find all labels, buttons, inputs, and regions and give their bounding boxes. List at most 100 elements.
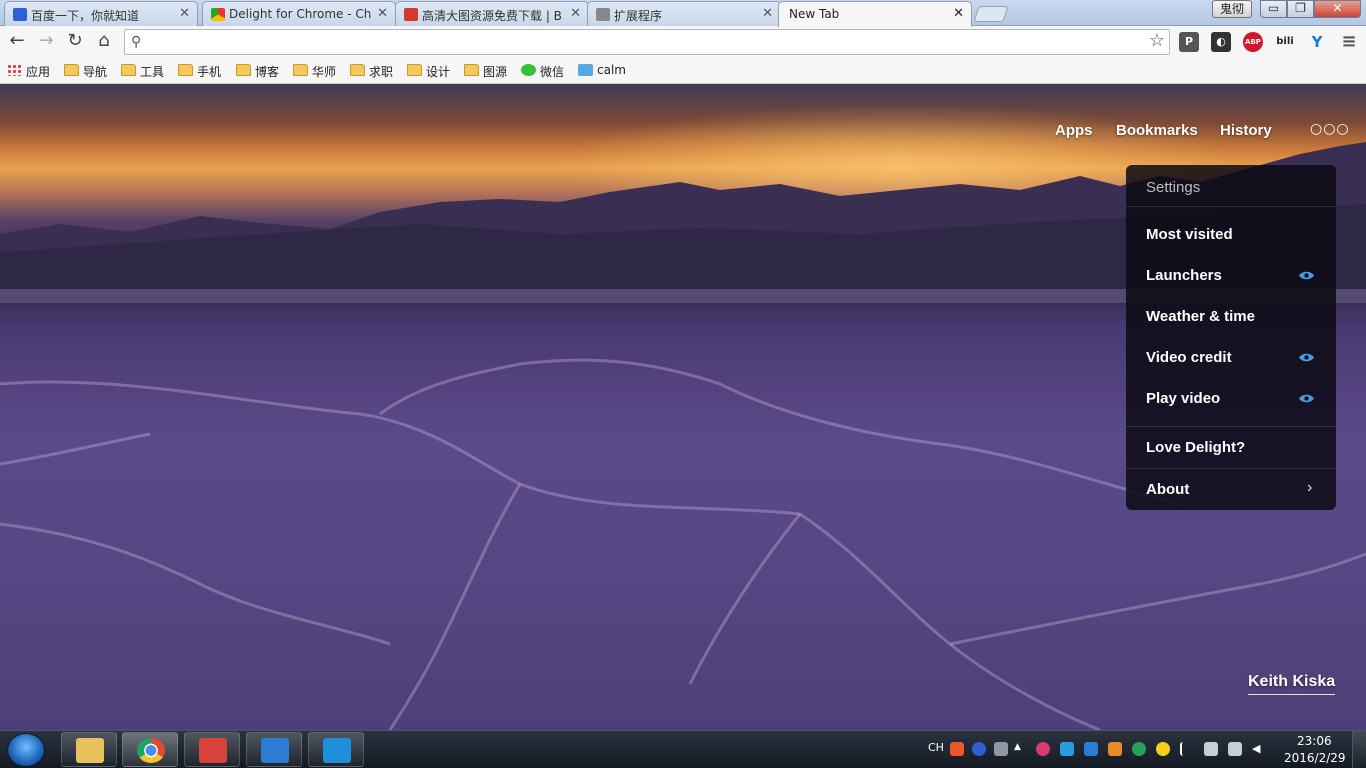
eye-icon[interactable] [1298, 352, 1315, 363]
tray-app-icon[interactable] [1060, 742, 1074, 756]
show-desktop-button[interactable] [1352, 731, 1366, 768]
bookmark-label: 设计 [426, 65, 451, 79]
show-hidden-icons[interactable]: ▲ [1014, 742, 1028, 756]
profile-button[interactable]: 鬼彻 [1212, 0, 1252, 18]
bookmark-apps[interactable]: 应用 [7, 63, 50, 81]
tray-app-icon[interactable] [1132, 742, 1146, 756]
history-link[interactable]: History [1220, 122, 1272, 139]
reload-button[interactable]: ↻ [63, 30, 87, 54]
mask-icon[interactable]: ◐ [1211, 32, 1231, 52]
eye-icon[interactable] [1298, 393, 1315, 404]
clock-date[interactable]: 2016/2/29 [1284, 751, 1346, 765]
address-input[interactable] [153, 33, 1133, 51]
tray-app-icon[interactable] [1156, 742, 1170, 756]
eye-icon[interactable] [1298, 270, 1315, 281]
ime-indicator[interactable]: CH [928, 741, 944, 754]
help-icon[interactable] [972, 742, 986, 756]
tab-baidu[interactable]: 百度一下，你就知道 ✕ [4, 1, 198, 26]
chrome-menu-button[interactable]: ≡ [1339, 32, 1359, 52]
bookmark-calm[interactable]: calm [578, 63, 626, 81]
tab-close-icon[interactable]: ✕ [377, 6, 388, 21]
tab-close-icon[interactable]: ✕ [762, 6, 773, 21]
apps-link[interactable]: Apps [1055, 122, 1093, 139]
tab-image-resources[interactable]: 高清大图资源免费下载 | B ✕ [395, 1, 589, 26]
file-explorer-app[interactable] [61, 732, 117, 767]
shield-y-icon[interactable]: Y [1307, 32, 1327, 52]
clock-time[interactable]: 23:06 [1297, 734, 1332, 748]
photo-credit-link[interactable]: Keith Kiska [1248, 673, 1336, 695]
keyboard-icon[interactable] [994, 742, 1008, 756]
word-tray-icon[interactable] [1084, 742, 1098, 756]
settings-menu: Settings Most visited Launchers Weather … [1126, 165, 1336, 510]
bookmarks-bar: 应用 导航 工具 手机 博客 华师 求职 设计 图源 微信 calm [0, 58, 1366, 84]
tab-title: New Tab [789, 7, 840, 21]
bookmark-wechat[interactable]: 微信 [521, 63, 564, 81]
back-arrow-icon: ← [9, 30, 25, 51]
bookmark-folder-images[interactable]: 图源 [464, 63, 507, 81]
window-close-button[interactable]: ✕ [1314, 0, 1361, 18]
bookmark-folder-nav[interactable]: 导航 [64, 63, 107, 81]
bilibili-icon[interactable]: bili [1275, 32, 1295, 52]
bookmark-folder-phone[interactable]: 手机 [178, 63, 221, 81]
chrome-app[interactable] [122, 732, 178, 767]
maximize-icon: ❐ [1295, 1, 1306, 15]
menu-item-about[interactable]: About [1146, 481, 1189, 498]
bookmark-folder-design[interactable]: 设计 [407, 63, 450, 81]
home-icon: ⌂ [98, 30, 110, 51]
tab-extensions[interactable]: 扩展程序 ✕ [587, 1, 781, 26]
folder-icon [407, 64, 422, 76]
more-options-button[interactable]: ○○○ [1310, 121, 1350, 137]
tab-close-icon[interactable]: ✕ [570, 6, 581, 21]
baidu-paw-icon [13, 8, 27, 21]
adblock-plus-icon[interactable]: ABP [1243, 32, 1263, 52]
sogou-app[interactable] [308, 732, 364, 767]
bookmark-folder-tools[interactable]: 工具 [121, 63, 164, 81]
tab-close-icon[interactable]: ✕ [179, 6, 190, 21]
wunderlist-icon [199, 738, 227, 763]
more-dots-icon: ○○○ [1310, 121, 1350, 137]
forward-button[interactable]: → [34, 30, 58, 54]
network-icon[interactable] [1228, 742, 1242, 756]
bookmark-folder-jobs[interactable]: 求职 [350, 63, 393, 81]
start-button[interactable] [7, 733, 45, 767]
menu-item-most-visited[interactable]: Most visited [1146, 226, 1233, 243]
menu-divider [1126, 468, 1336, 469]
volume-icon[interactable]: ◀ [1252, 742, 1266, 756]
sogou-icon [323, 738, 351, 763]
browser-toolbar: ← → ↻ ⌂ ⚲ ☆ P ◐ ABP bili Y ≡ [0, 26, 1366, 58]
menu-item-love-delight[interactable]: Love Delight? [1146, 439, 1245, 456]
menu-item-play-video[interactable]: Play video [1146, 390, 1220, 407]
tray-app-icon[interactable] [1036, 742, 1050, 756]
site-red-icon [404, 8, 418, 21]
wunderlist-app[interactable] [184, 732, 240, 767]
flag-icon[interactable] [1180, 742, 1194, 756]
tab-delight-webstore[interactable]: Delight for Chrome - Ch ✕ [202, 1, 396, 26]
maximize-button[interactable]: ❐ [1287, 0, 1314, 18]
new-tab-button[interactable] [973, 6, 1009, 22]
bookmark-label: 微信 [540, 65, 565, 79]
omnibox[interactable]: ⚲ ☆ [124, 29, 1170, 55]
bookmark-star-icon[interactable]: ☆ [1149, 30, 1165, 51]
sogou-ime-icon[interactable] [950, 742, 964, 756]
pocket-icon[interactable]: P [1179, 32, 1199, 52]
tray-app-icon[interactable] [1108, 742, 1122, 756]
menu-item-launchers[interactable]: Launchers [1146, 267, 1222, 284]
folder-icon [350, 64, 365, 76]
minimize-button[interactable]: ▭ [1260, 0, 1287, 18]
folder-icon [236, 64, 251, 76]
word-app[interactable] [246, 732, 302, 767]
tab-close-icon[interactable]: ✕ [953, 6, 964, 21]
menu-item-video-credit[interactable]: Video credit [1146, 349, 1232, 366]
bookmarks-link[interactable]: Bookmarks [1116, 122, 1198, 139]
tab-new-tab[interactable]: New Tab ✕ [778, 1, 972, 27]
bookmark-label: 华师 [312, 65, 337, 79]
tab-title: 扩展程序 [614, 9, 663, 23]
back-button[interactable]: ← [5, 30, 29, 54]
bookmark-folder-blog[interactable]: 博客 [236, 63, 279, 81]
bookmark-folder-ecnu[interactable]: 华师 [293, 63, 336, 81]
menu-item-weather-time[interactable]: Weather & time [1146, 308, 1255, 325]
tray-app-icon[interactable] [1204, 742, 1218, 756]
home-button[interactable]: ⌂ [92, 30, 116, 54]
folder-icon [464, 64, 479, 76]
close-icon: ✕ [1332, 1, 1343, 15]
